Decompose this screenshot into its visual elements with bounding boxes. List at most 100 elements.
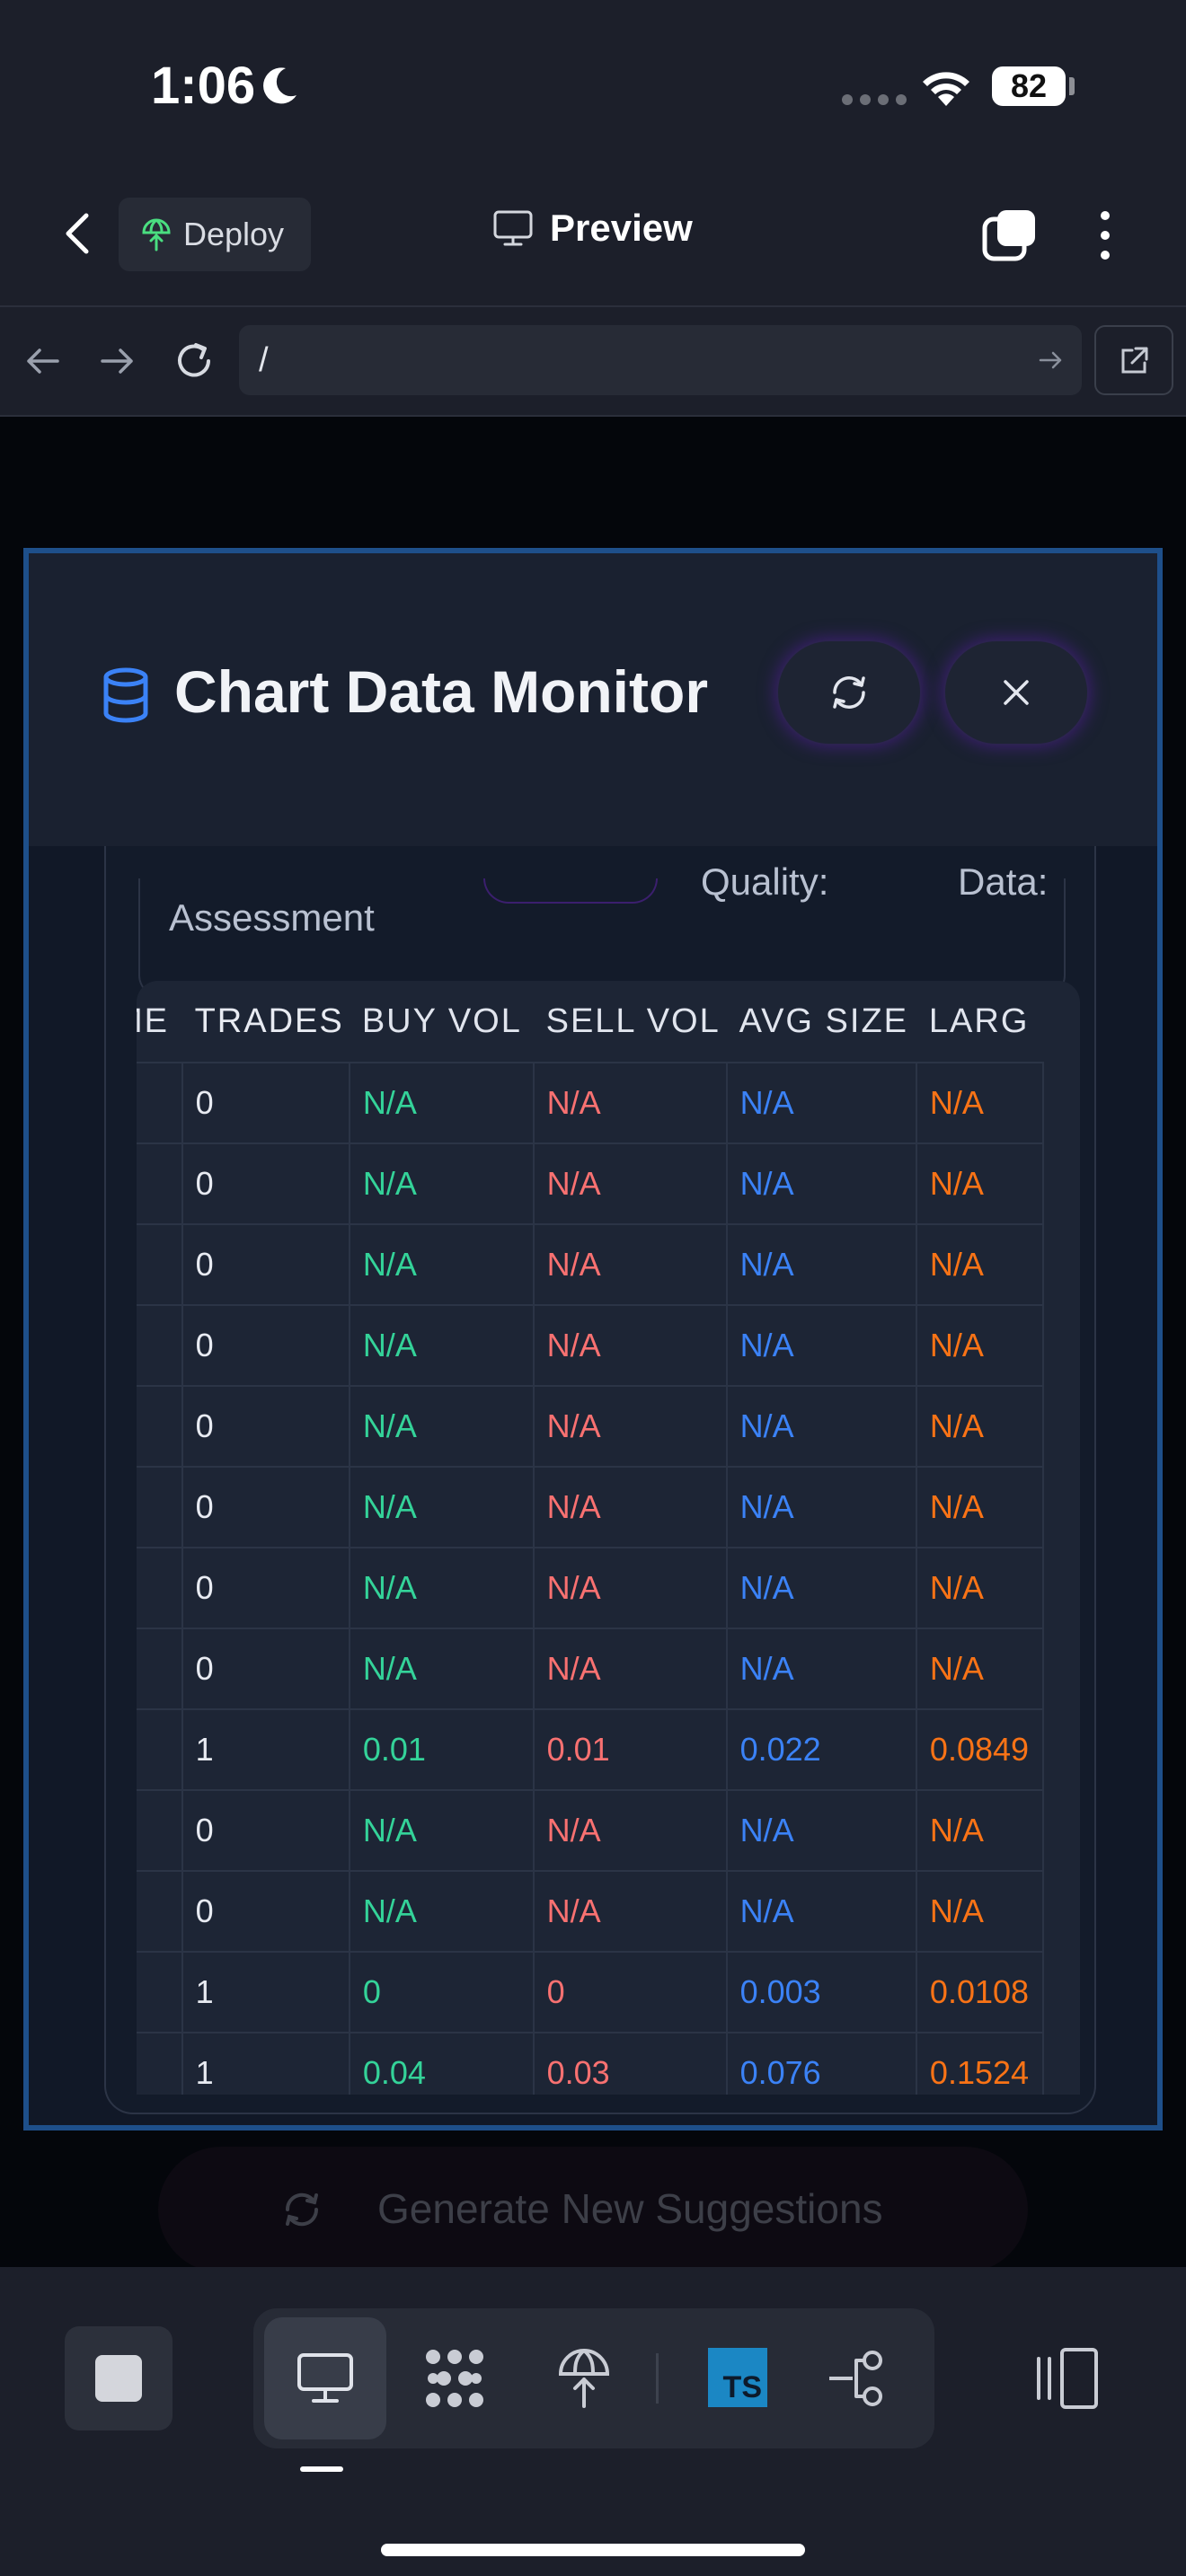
table-cell	[137, 1466, 183, 1548]
chart-data-monitor-modal: Chart Data Monitor Assessment Quality: D…	[23, 548, 1163, 2130]
table-cell: 0.01	[532, 1708, 728, 1791]
open-external-button[interactable]	[1094, 325, 1173, 395]
table-cell: N/A	[725, 1466, 917, 1548]
column-header[interactable]: ME	[137, 981, 182, 1063]
tabs-icon[interactable]	[981, 207, 1039, 264]
table-cell: N/A	[725, 1789, 917, 1872]
table-cell: 0	[181, 1466, 350, 1548]
table-cell: 1	[181, 1951, 350, 2033]
table-row: 0 N/A N/A N/A N/A	[137, 1547, 1045, 1629]
signal-dots-icon	[842, 94, 907, 105]
arrow-right-icon[interactable]	[93, 338, 140, 384]
table-cell: N/A	[915, 1547, 1045, 1629]
table-cell: 0	[181, 1870, 350, 1953]
table-cell: N/A	[348, 1466, 535, 1548]
table-row: 0 N/A N/A N/A N/A	[137, 1385, 1045, 1468]
typescript-button[interactable]: TS	[677, 2317, 800, 2439]
table-cell: N/A	[348, 1062, 535, 1144]
table-cell: N/A	[532, 1142, 728, 1225]
table-cell: N/A	[915, 1789, 1045, 1872]
table-cell: N/A	[725, 1062, 917, 1144]
table-row: 0 N/A N/A N/A N/A	[137, 1304, 1045, 1387]
grid-dots-icon	[426, 2350, 483, 2407]
table-cell: 0.022	[725, 1708, 917, 1791]
table-cell: 0	[532, 1951, 728, 2033]
grid-button[interactable]	[394, 2317, 516, 2439]
table-cell: N/A	[532, 1466, 728, 1548]
trades-table: ME TRADES BUY VOL SELL VOL AVG SIZE LARG…	[137, 981, 1045, 2095]
stop-button[interactable]	[65, 2326, 173, 2430]
table-cell	[137, 1385, 183, 1468]
modal-title: Chart Data Monitor	[174, 658, 708, 725]
table-cell: N/A	[348, 1223, 535, 1306]
table-cell: 0	[181, 1304, 350, 1387]
column-header[interactable]: AVG SIZE	[726, 981, 916, 1063]
table-cell: N/A	[532, 1870, 728, 1953]
table-cell: N/A	[348, 1870, 535, 1953]
table-cell: 0.1524	[915, 2032, 1045, 2095]
reload-icon[interactable]	[171, 338, 217, 384]
column-header[interactable]: BUY VOL	[349, 981, 534, 1063]
trades-table-scroll[interactable]: ME TRADES BUY VOL SELL VOL AVG SIZE LARG…	[137, 981, 1080, 2095]
monitor-icon	[493, 210, 533, 246]
table-cell	[137, 1951, 183, 2033]
table-cell: 0.0108	[915, 1951, 1045, 2033]
table-cell: N/A	[915, 1304, 1045, 1387]
wifi-icon	[923, 72, 969, 106]
table-cell: N/A	[532, 1789, 728, 1872]
more-vertical-icon[interactable]	[1087, 207, 1123, 264]
column-header[interactable]: TRADES	[181, 981, 350, 1063]
refresh-button[interactable]	[776, 640, 922, 745]
table-row: 0 N/A N/A N/A N/A	[137, 1142, 1045, 1225]
desktop-icon	[297, 2353, 353, 2403]
database-icon	[103, 667, 148, 723]
table-row: 0 N/A N/A N/A N/A	[137, 1789, 1045, 1872]
table-cell	[137, 1547, 183, 1629]
table-cell: N/A	[915, 1142, 1045, 1225]
table-cell: N/A	[725, 1142, 917, 1225]
external-link-icon	[1121, 347, 1148, 374]
table-cell: 0	[348, 1951, 535, 2033]
column-header[interactable]: LARG	[916, 981, 1043, 1063]
refresh-icon	[285, 2192, 319, 2227]
table-cell	[137, 1223, 183, 1306]
table-row: 0 N/A N/A N/A N/A	[137, 1223, 1045, 1306]
table-cell: 0.03	[532, 2032, 728, 2095]
arrow-left-icon[interactable]	[20, 338, 66, 384]
table-cell: N/A	[348, 1789, 535, 1872]
git-branch-button[interactable]	[796, 2317, 918, 2439]
desktop-view-button[interactable]	[264, 2317, 386, 2439]
preview-label: Preview	[550, 207, 693, 249]
go-arrow-icon[interactable]	[1035, 345, 1066, 375]
close-icon	[1004, 680, 1029, 705]
table-cell: 0	[181, 1142, 350, 1225]
preview-title[interactable]: Preview	[492, 207, 693, 250]
sidebar-toggle-icon[interactable]	[1031, 2344, 1102, 2413]
table-cell	[137, 1304, 183, 1387]
url-field[interactable]: /	[239, 325, 1082, 395]
table-cell	[137, 1789, 183, 1872]
moon-icon	[263, 67, 296, 104]
table-cell: 1	[181, 2032, 350, 2095]
back-chevron-icon[interactable]	[52, 207, 106, 260]
table-cell: 0	[181, 1547, 350, 1629]
summary-data: Data:	[958, 860, 1049, 903]
table-cell: N/A	[915, 1628, 1045, 1710]
table-row: 1 0.04 0.03 0.076 0.1524	[137, 2032, 1045, 2095]
deploy-tool-button[interactable]	[523, 2317, 645, 2439]
close-button[interactable]	[943, 640, 1089, 745]
deploy-button[interactable]: Deploy	[119, 198, 311, 271]
table-cell: 0.0849	[915, 1708, 1045, 1791]
git-branch-icon	[829, 2351, 882, 2406]
view-switcher: TS	[253, 2308, 934, 2448]
generate-suggestions-label: Generate New Suggestions	[377, 2185, 883, 2232]
table-cell: N/A	[532, 1547, 728, 1629]
table-cell: N/A	[348, 1547, 535, 1629]
deploy-icon	[558, 2348, 610, 2408]
summary-quality: Quality:	[701, 860, 829, 903]
table-cell: N/A	[725, 1547, 917, 1629]
column-header[interactable]: SELL VOL	[533, 981, 727, 1063]
table-cell: 0	[181, 1789, 350, 1872]
deploy-globe-icon	[142, 218, 171, 251]
home-indicator	[381, 2544, 805, 2556]
